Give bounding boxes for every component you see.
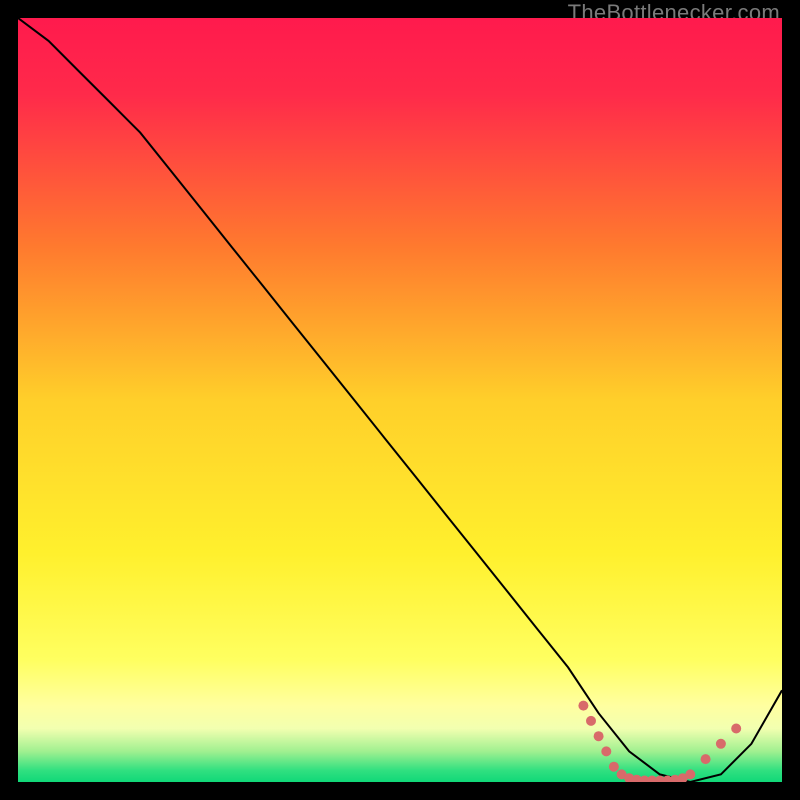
marker-dot xyxy=(701,754,711,764)
marker-dot xyxy=(586,716,596,726)
chart-frame xyxy=(18,18,782,782)
marker-dot xyxy=(594,731,604,741)
marker-dot xyxy=(716,739,726,749)
marker-dot xyxy=(731,724,741,734)
marker-dot xyxy=(578,701,588,711)
marker-dot xyxy=(609,762,619,772)
marker-dot xyxy=(601,746,611,756)
chart-svg xyxy=(18,18,782,782)
marker-dot xyxy=(685,769,695,779)
chart-background xyxy=(18,18,782,782)
